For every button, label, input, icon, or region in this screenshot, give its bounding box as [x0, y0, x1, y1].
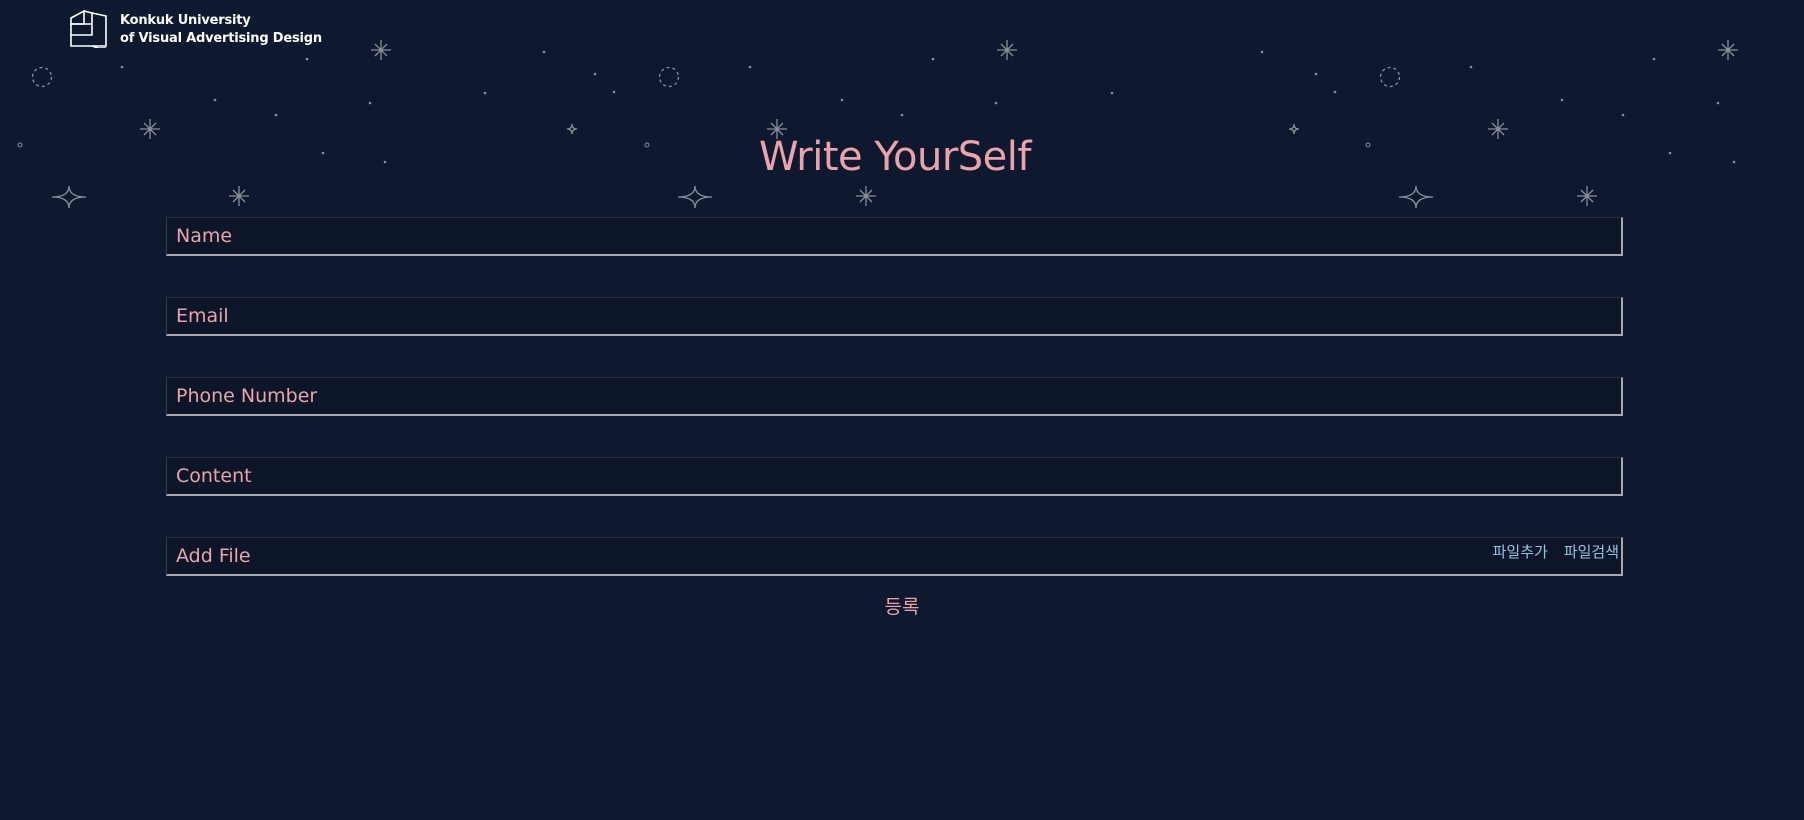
star-dashed-ring — [31, 66, 53, 88]
star-dot — [120, 65, 124, 69]
star-dot — [542, 50, 546, 54]
star-dashed-ring — [658, 66, 680, 88]
star-dot — [1314, 72, 1318, 76]
submit-button[interactable]: 등록 — [885, 592, 920, 619]
file-field: 파일추가 파일검색 — [166, 537, 1623, 576]
name-field — [166, 217, 1623, 256]
star-burst — [1718, 40, 1738, 60]
star-dashed-ring — [1379, 66, 1401, 88]
star-sparkle — [677, 185, 713, 209]
star-dot — [274, 113, 278, 117]
star-burst — [229, 186, 249, 206]
name-input[interactable] — [176, 218, 1376, 254]
content-input[interactable] — [176, 458, 1376, 494]
star-dot — [593, 72, 597, 76]
star-dot — [1560, 98, 1564, 102]
star-dot — [483, 91, 487, 95]
star-dot — [368, 101, 372, 105]
star-dot — [840, 98, 844, 102]
star-dot — [305, 57, 309, 61]
file-actions: 파일추가 파일검색 — [1493, 541, 1619, 562]
star-burst — [1577, 186, 1597, 206]
star-burst — [371, 40, 391, 60]
star-dot — [900, 113, 904, 117]
star-sparkle — [1398, 185, 1434, 209]
star-dot — [994, 101, 998, 105]
star-burst — [997, 40, 1017, 60]
star-sparkle — [51, 185, 87, 209]
star-dot — [931, 57, 935, 61]
content-field — [166, 457, 1623, 496]
org-name: Konkuk University of Visual Advertising … — [120, 12, 322, 48]
search-file-button[interactable]: 파일검색 — [1564, 541, 1619, 562]
star-dot — [1469, 65, 1473, 69]
org-name-line1: Konkuk University — [120, 13, 251, 28]
star-dot — [213, 98, 217, 102]
star-dot — [1652, 57, 1656, 61]
submit-area: 등록 — [0, 592, 1804, 619]
building-logo-icon — [70, 10, 107, 48]
email-field — [166, 297, 1623, 336]
phone-input[interactable] — [176, 378, 1376, 414]
email-input[interactable] — [176, 298, 1376, 334]
star-dot — [1621, 113, 1625, 117]
star-dot — [748, 65, 752, 69]
phone-field — [166, 377, 1623, 416]
star-dot — [1716, 101, 1720, 105]
add-file-button[interactable]: 파일추가 — [1493, 541, 1548, 562]
site-header: Konkuk University of Visual Advertising … — [70, 10, 322, 48]
org-name-line2: of Visual Advertising Design — [120, 31, 322, 46]
page-title: Write YourSelf — [759, 134, 1031, 180]
star-dot — [1260, 50, 1264, 54]
star-dot — [1333, 90, 1337, 94]
star-burst — [856, 186, 876, 206]
file-input[interactable] — [176, 538, 1376, 574]
star-dot — [1110, 91, 1114, 95]
star-dot — [612, 90, 616, 94]
